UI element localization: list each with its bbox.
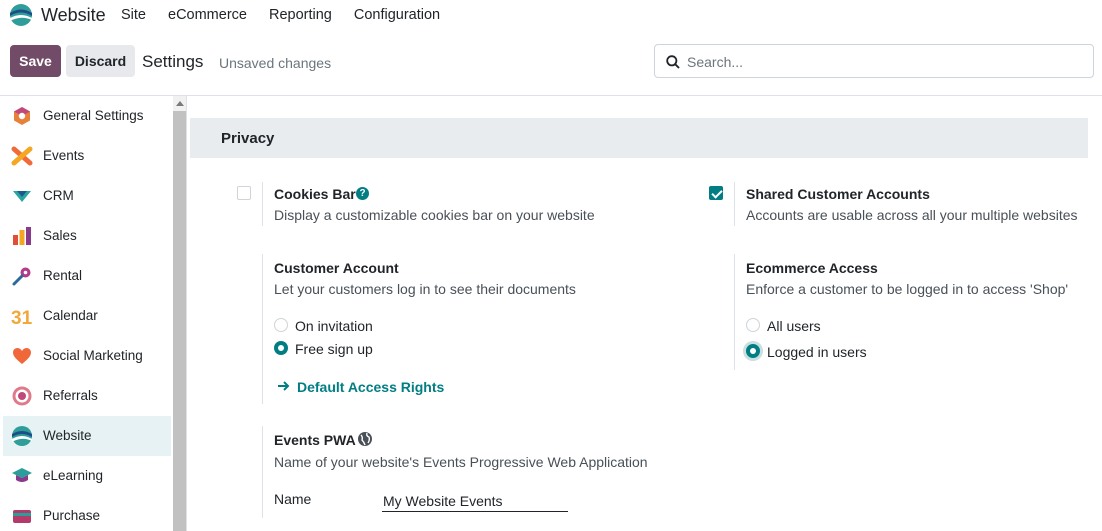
unsaved-status: Unsaved changes — [219, 55, 332, 71]
divider — [734, 182, 735, 226]
sidebar-item-elearning[interactable]: eLearning — [3, 456, 171, 496]
save-button[interactable]: Save — [10, 45, 61, 77]
top-navbar: Website Site eCommerce Reporting Configu… — [0, 0, 1102, 30]
sidebar-item-label: CRM — [43, 188, 74, 203]
ecommerce-access-description: Enforce a customer to be logged in to ac… — [746, 281, 1069, 297]
cookies-bar-checkbox[interactable] — [237, 186, 251, 200]
cookies-bar-description: Display a customizable cookies bar on yo… — [274, 207, 595, 223]
sidebar-item-label: General Settings — [43, 108, 144, 123]
ecommerce-access-title: Ecommerce Access — [746, 260, 878, 276]
sidebar-item-rental[interactable]: Rental — [3, 256, 171, 296]
sidebar-item-general-settings[interactable]: General Settings — [3, 96, 171, 136]
divider — [262, 426, 263, 518]
sidebar-item-social-marketing[interactable]: Social Marketing — [3, 336, 171, 376]
elearning-icon — [12, 468, 32, 482]
rental-icon — [12, 267, 31, 286]
calendar-icon: 31 — [11, 308, 33, 327]
shared-accounts-checkbox[interactable] — [709, 186, 723, 200]
sidebar-item-website[interactable]: Website — [3, 416, 171, 456]
sidebar-item-purchase[interactable]: Purchase — [3, 496, 171, 531]
sidebar-item-events[interactable]: Events — [3, 136, 171, 176]
divider — [262, 254, 263, 404]
events-pwa-name-input[interactable] — [382, 490, 568, 512]
cookies-bar-title: Cookies Bar — [274, 186, 356, 202]
radio-all-users[interactable] — [746, 318, 760, 332]
sidebar-item-label: Referrals — [43, 388, 98, 403]
events-icon — [11, 146, 33, 166]
menu-configuration[interactable]: Configuration — [354, 7, 440, 23]
sidebar-item-label: eLearning — [43, 468, 104, 483]
divider — [262, 182, 263, 226]
radio-label[interactable]: All users — [767, 318, 821, 334]
purchase-icon — [13, 510, 31, 523]
sidebar-item-crm[interactable]: CRM — [3, 176, 171, 216]
section-title: Privacy — [221, 130, 275, 147]
menu-ecommerce[interactable]: eCommerce — [168, 7, 247, 23]
general-settings-icon — [14, 107, 30, 125]
sidebar-item-calendar[interactable]: 31 Calendar — [3, 296, 171, 336]
radio-label[interactable]: Free sign up — [295, 341, 373, 357]
radio-on-invitation[interactable] — [274, 318, 288, 332]
sidebar-item-label: Website — [43, 428, 92, 443]
events-pwa-title: Events PWA — [274, 432, 356, 448]
help-icon[interactable]: ? — [356, 187, 369, 200]
globe-icon — [358, 432, 372, 446]
sidebar-item-sales[interactable]: Sales — [3, 216, 171, 256]
sidebar-scroll-thumb[interactable] — [173, 111, 186, 531]
privacy-section-header: Privacy — [190, 118, 1088, 158]
name-field-label: Name — [274, 491, 312, 507]
control-panel: Save Discard Settings Unsaved changes — [0, 40, 1102, 96]
search-input[interactable] — [687, 52, 1067, 72]
settings-sidebar: General Settings Events CRM Sales Rental — [0, 96, 187, 531]
social-marketing-icon — [13, 348, 31, 364]
website-icon — [12, 426, 32, 446]
scroll-up-arrow-icon[interactable] — [176, 101, 184, 106]
sales-icon — [13, 227, 31, 245]
sidebar-item-label: Rental — [43, 268, 83, 283]
customer-account-title: Customer Account — [274, 260, 399, 276]
top-menu: Site eCommerce Reporting Configuration — [121, 7, 462, 23]
default-access-rights-link[interactable]: Default Access Rights — [297, 379, 444, 395]
sidebar-item-label: Events — [43, 148, 85, 163]
website-app-icon[interactable] — [8, 3, 34, 27]
search-box[interactable] — [654, 44, 1094, 78]
radio-free-sign-up[interactable] — [274, 341, 288, 355]
app-name[interactable]: Website — [41, 5, 106, 26]
shared-accounts-title: Shared Customer Accounts — [746, 186, 930, 202]
shared-accounts-description: Accounts are usable across all your mult… — [746, 207, 1078, 223]
sidebar-item-label: Social Marketing — [43, 348, 143, 363]
breadcrumb: Settings — [142, 52, 204, 71]
sidebar-item-referrals[interactable]: Referrals — [3, 376, 171, 416]
sidebar-item-label: Sales — [43, 228, 77, 243]
events-pwa-description: Name of your website's Events Progressiv… — [274, 454, 648, 470]
sidebar-item-label: Purchase — [43, 508, 101, 523]
sidebar-item-label: Calendar — [43, 308, 98, 323]
arrow-right-icon — [278, 381, 290, 391]
referrals-icon — [12, 386, 32, 406]
discard-button[interactable]: Discard — [66, 45, 135, 77]
menu-site[interactable]: Site — [121, 7, 146, 23]
search-icon — [666, 55, 680, 69]
radio-label[interactable]: Logged in users — [767, 344, 867, 360]
crm-icon — [13, 191, 31, 202]
radio-logged-in-users[interactable] — [746, 344, 760, 358]
customer-account-description: Let your customers log in to see their d… — [274, 281, 576, 297]
divider — [734, 254, 735, 370]
radio-label[interactable]: On invitation — [295, 318, 373, 334]
svg-text:31: 31 — [11, 308, 33, 327]
menu-reporting[interactable]: Reporting — [269, 7, 332, 23]
